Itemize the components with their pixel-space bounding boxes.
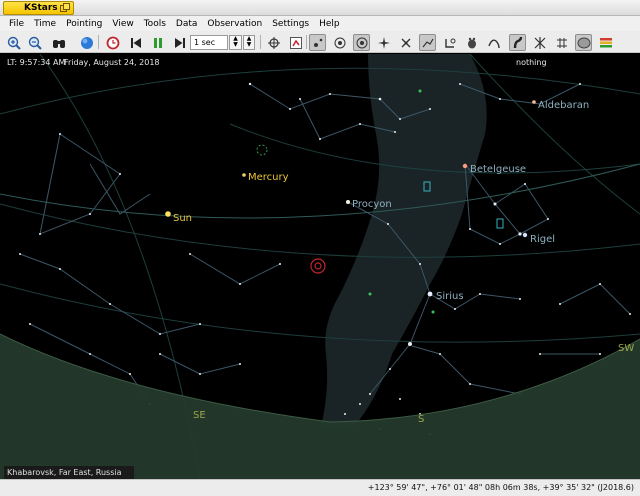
app-title: KStars — [24, 3, 58, 13]
menu-view[interactable]: View — [107, 19, 138, 29]
step-forward-icon — [174, 37, 185, 48]
ground — [0, 334, 640, 479]
stars-icon — [313, 38, 322, 47]
zoom-out-button[interactable] — [26, 34, 43, 51]
spinner-down-icon: ▼ — [233, 41, 238, 48]
set-time-button[interactable] — [104, 34, 121, 51]
toolbar-separator — [98, 35, 99, 49]
constellation-art-icon — [444, 38, 455, 48]
constellation-names-icon — [467, 37, 476, 48]
toggle-stars-button[interactable] — [309, 34, 326, 51]
step-forward-button[interactable] — [171, 34, 188, 51]
menu-bar: File Time Pointing View Tools Data Obser… — [0, 16, 640, 31]
time-step-spinner[interactable]: ▲ ▼ — [229, 35, 242, 50]
toggle-constellation-art-button[interactable] — [441, 34, 458, 51]
cursor-coordinates: +123° 59' 47", +76° 01' 48" 08h 06m 38s,… — [367, 483, 634, 492]
toggle-milky-way-button[interactable] — [509, 34, 526, 51]
pause-button[interactable] — [149, 34, 166, 51]
menu-help[interactable]: Help — [314, 19, 345, 29]
unit-down-icon: ▼ — [246, 41, 252, 48]
milky-way-band — [320, 54, 487, 429]
equatorial-grid-icon — [556, 37, 567, 48]
title-bar: KStars — [0, 0, 640, 16]
label-rigel: Rigel — [530, 234, 555, 245]
toolbar-separator — [306, 35, 307, 49]
fov-button[interactable] — [287, 34, 304, 51]
status-bar: +123° 59' 47", +76° 01' 48" 08h 06m 38s,… — [0, 479, 640, 496]
toggle-equatorial-grid-button[interactable] — [553, 34, 570, 51]
solar-system-icon — [356, 37, 367, 48]
step-back-icon — [130, 37, 141, 48]
toggle-constellation-names-button[interactable] — [463, 34, 480, 51]
toggle-constellation-lines-button[interactable] — [419, 34, 436, 51]
toggle-asteroids-button[interactable] — [485, 34, 502, 51]
binoculars-icon — [52, 39, 65, 48]
fov-icon — [289, 36, 302, 49]
toggle-ground-button[interactable] — [575, 34, 592, 51]
deep-sky-icon — [334, 37, 345, 48]
zoom-in-button[interactable] — [5, 34, 22, 51]
horizon-coords-button[interactable] — [265, 34, 282, 51]
globe-button[interactable] — [78, 34, 95, 51]
toggle-supernovae-button[interactable] — [531, 34, 548, 51]
milky-way-icon — [513, 36, 522, 48]
menu-data[interactable]: Data — [171, 19, 203, 29]
label-betelgeuse: Betelgeuse — [470, 164, 526, 175]
zoom-in-icon — [7, 36, 21, 50]
label-sun: Sun — [173, 213, 192, 224]
label-sirius: Sirius — [436, 291, 464, 302]
asteroid-icon — [487, 38, 500, 48]
zoom-out-icon — [28, 36, 42, 50]
color-scheme-button[interactable] — [597, 34, 614, 51]
step-back-button[interactable] — [127, 34, 144, 51]
label-mercury: Mercury — [248, 172, 289, 183]
supernovae-icon — [534, 36, 545, 49]
toolbar-separator — [260, 35, 261, 49]
toggle-satellites-button[interactable] — [397, 34, 414, 51]
toggle-comets-button[interactable] — [375, 34, 392, 51]
toolbar: 1 sec ▲ ▼ ▲ ▼ — [0, 31, 640, 53]
sky-map[interactable]: Aldebaran Mercury Betelgeuse Procyon Sun… — [0, 54, 640, 479]
constellation-lines-icon — [422, 38, 434, 47]
pause-icon — [153, 37, 162, 48]
sky-canvas[interactable]: Aldebaran Mercury Betelgeuse Procyon Sun… — [0, 54, 640, 479]
find-object-button[interactable] — [50, 34, 67, 51]
menu-file[interactable]: File — [4, 19, 29, 29]
ground-icon — [577, 37, 590, 48]
compass-sw: SW — [618, 343, 634, 354]
menu-settings[interactable]: Settings — [267, 19, 314, 29]
restore-icon[interactable] — [60, 3, 70, 13]
menu-tools[interactable]: Tools — [139, 19, 171, 29]
horizon-coords-icon — [267, 36, 280, 49]
label-procyon: Procyon — [352, 199, 392, 210]
time-unit-spinner[interactable]: ▲ ▼ — [243, 35, 255, 50]
globe-icon — [80, 36, 93, 49]
toggle-solar-system-button[interactable] — [353, 34, 370, 51]
toggle-deep-sky-button[interactable] — [331, 34, 348, 51]
compass-se: SE — [193, 410, 206, 421]
satellite-icon — [401, 38, 410, 47]
comet-icon — [377, 36, 390, 49]
clock-icon — [106, 36, 119, 49]
local-date: Friday, August 24, 2018 — [64, 58, 160, 67]
label-aldebaran: Aldebaran — [538, 100, 589, 111]
menu-pointing[interactable]: Pointing — [61, 19, 107, 29]
menu-observation[interactable]: Observation — [202, 19, 267, 29]
local-time: LT: 9:57:34 AM — [7, 58, 66, 67]
location-label: Khabarovsk, Far East, Russia — [4, 466, 134, 479]
time-step-field[interactable]: 1 sec — [190, 35, 228, 50]
menu-time[interactable]: Time — [29, 19, 61, 29]
color-scheme-icon — [599, 37, 612, 47]
compass-s: S — [418, 414, 424, 425]
app-tab[interactable]: KStars — [3, 1, 74, 15]
focus-object: nothing — [516, 58, 547, 67]
